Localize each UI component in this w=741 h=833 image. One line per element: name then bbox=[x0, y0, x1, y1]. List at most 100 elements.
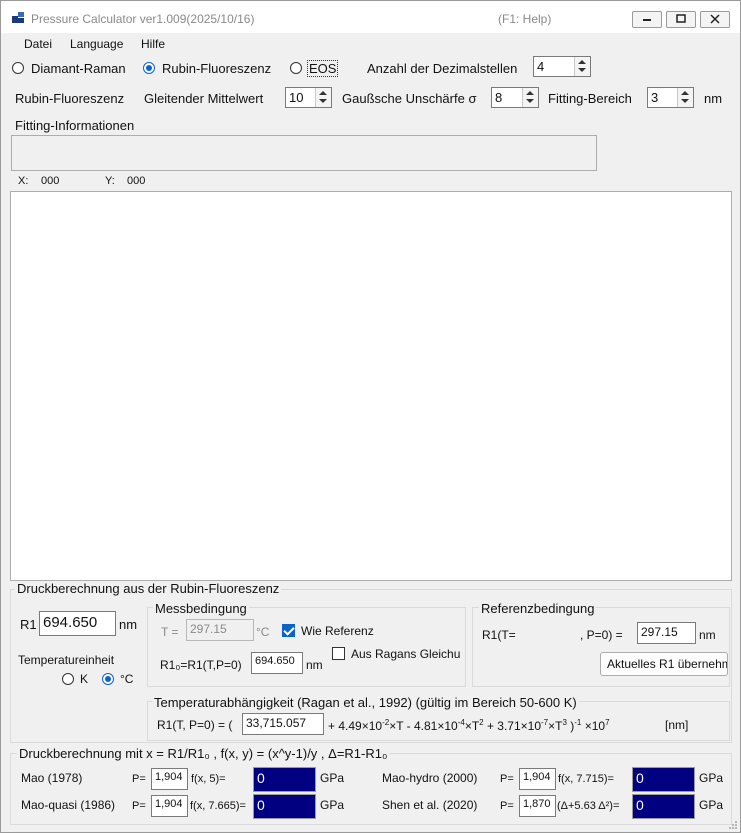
formula-coef-input[interactable]: 1,904 bbox=[151, 768, 188, 790]
stepper-buttons[interactable] bbox=[677, 88, 693, 107]
formula-unit: GPa bbox=[320, 771, 345, 785]
r10-unit: nm bbox=[306, 658, 323, 672]
ragan-group-label: Temperaturabhängigkeit (Ragan et al., 19… bbox=[152, 695, 579, 710]
help-hint: (F1: Help) bbox=[498, 12, 552, 26]
chevron-up-icon bbox=[526, 91, 534, 95]
label-kelvin: K bbox=[80, 672, 89, 686]
app-icon bbox=[12, 12, 24, 23]
chevron-down-icon bbox=[578, 68, 586, 72]
formula-coef-input[interactable]: 1,904 bbox=[151, 795, 188, 817]
chevron-down-icon bbox=[319, 99, 327, 103]
ruby-pressure-group-label: Druckberechnung aus der Rubin-Fluoreszen… bbox=[15, 581, 282, 596]
moving-avg-label: Gleitender Mittelwert bbox=[144, 91, 264, 106]
formula-name: Mao (1978) bbox=[21, 771, 83, 785]
formula-p-label: P= bbox=[500, 800, 514, 812]
formula-p-label: P= bbox=[132, 773, 146, 785]
label-ruby-fluorescence: Rubin-Fluoreszenz bbox=[162, 61, 272, 76]
window-title: Pressure Calculator ver1.009(2025/10/16) bbox=[31, 12, 255, 26]
radio-diamond-raman[interactable] bbox=[12, 62, 24, 74]
pressure-formulas-group bbox=[10, 753, 732, 825]
fit-range-label: Fitting-Bereich bbox=[548, 91, 632, 106]
menu-help[interactable]: Hilfe bbox=[141, 37, 165, 51]
t-input[interactable]: 297.15 bbox=[186, 619, 254, 641]
fit-range-value: 3 bbox=[651, 90, 659, 105]
formula-coef-input[interactable]: 1,904 bbox=[519, 768, 556, 790]
cursor-y-value: 000 bbox=[127, 175, 146, 187]
formula-result: 0 bbox=[632, 767, 695, 792]
title-bar: Pressure Calculator ver1.009(2025/10/16)… bbox=[1, 1, 740, 33]
formula-name: Mao-hydro (2000) bbox=[382, 771, 478, 785]
formula-func: f(x, 7.665)= bbox=[190, 800, 246, 812]
chevron-up-icon bbox=[319, 91, 327, 95]
ref-unit: nm bbox=[699, 628, 716, 642]
from-ragan-checkbox[interactable] bbox=[332, 647, 345, 660]
same-as-reference-label: Wie Referenz bbox=[301, 624, 374, 638]
label-eos: EOS bbox=[307, 60, 339, 77]
formula-coef-input[interactable]: 1,870 bbox=[519, 795, 556, 817]
r1-label: R1 bbox=[20, 617, 37, 632]
from-ragan-label: Aus Ragans Gleichu bbox=[351, 647, 461, 661]
radio-kelvin[interactable] bbox=[62, 673, 74, 685]
app-window: Pressure Calculator ver1.009(2025/10/16)… bbox=[0, 0, 741, 833]
gauss-value: 8 bbox=[495, 90, 503, 105]
moving-avg-stepper[interactable]: 10 bbox=[285, 87, 332, 108]
formula-unit: GPa bbox=[699, 771, 724, 785]
ref-value-input[interactable]: 297.15 bbox=[637, 622, 696, 644]
r1-input[interactable]: 694.650 bbox=[39, 611, 116, 636]
menu-language[interactable]: Language bbox=[70, 37, 123, 51]
resize-grip-icon[interactable] bbox=[728, 820, 738, 830]
decimals-stepper[interactable]: 4 bbox=[533, 56, 591, 77]
adopt-current-r1-button[interactable]: Aktuelles R1 übernehmen bbox=[600, 652, 728, 676]
gauss-stepper[interactable]: 8 bbox=[491, 87, 539, 108]
ragan-coef-input[interactable]: 33,715.057 bbox=[242, 713, 324, 735]
radio-eos[interactable] bbox=[290, 62, 302, 74]
stepper-buttons[interactable] bbox=[574, 57, 590, 76]
formula-func: (Δ+5.63 Δ²)= bbox=[557, 800, 620, 812]
decimals-value: 4 bbox=[537, 59, 545, 74]
ref-r1t-label: R1(T= bbox=[482, 628, 516, 642]
fit-range-stepper[interactable]: 3 bbox=[647, 87, 694, 108]
temp-unit-label: Temperatureinheit bbox=[18, 653, 115, 667]
minimize-button[interactable] bbox=[632, 11, 662, 28]
close-button[interactable] bbox=[700, 11, 730, 28]
r10-input[interactable]: 694.650 bbox=[251, 652, 303, 674]
radio-ruby-fluorescence[interactable] bbox=[143, 62, 155, 74]
measurement-group-label: Messbedingung bbox=[153, 601, 249, 616]
formula-func: f(x, 7.715)= bbox=[558, 773, 614, 785]
fitting-info-box bbox=[11, 135, 597, 171]
menu-bar: Datei Language Hilfe bbox=[1, 33, 740, 55]
minimize-icon bbox=[643, 19, 651, 21]
moving-avg-value: 10 bbox=[289, 90, 304, 105]
formula-name: Shen et al. (2020) bbox=[382, 798, 478, 812]
stepper-buttons[interactable] bbox=[315, 88, 331, 107]
r1-unit: nm bbox=[119, 617, 138, 632]
same-as-reference-checkbox[interactable] bbox=[282, 624, 295, 637]
close-icon bbox=[710, 14, 720, 24]
t-label: T = bbox=[161, 625, 179, 639]
spectrum-plot-area[interactable] bbox=[10, 191, 732, 581]
gauss-label: Gaußsche Unschärfe σ bbox=[342, 91, 477, 106]
formula-p-label: P= bbox=[500, 773, 514, 785]
pressure-formulas-group-label: Druckberechnung mit x = R1/R1₀ , f(x, y)… bbox=[17, 746, 390, 761]
stepper-buttons[interactable] bbox=[522, 88, 538, 107]
formula-result: 0 bbox=[632, 794, 695, 819]
label-celsius: °C bbox=[120, 672, 134, 686]
cursor-x-value: 000 bbox=[41, 175, 60, 187]
formula-result: 0 bbox=[253, 794, 316, 819]
maximize-button[interactable] bbox=[666, 11, 696, 28]
formula-name: Mao-quasi (1986) bbox=[21, 798, 116, 812]
formula-unit: GPa bbox=[699, 798, 724, 812]
cursor-y-label: Y: bbox=[105, 175, 115, 187]
radio-celsius[interactable] bbox=[102, 673, 114, 685]
t-unit: °C bbox=[256, 625, 270, 639]
maximize-icon bbox=[676, 14, 686, 23]
fitting-info-label: Fitting-Informationen bbox=[15, 118, 135, 133]
ref-p0-label: , P=0) = bbox=[580, 628, 623, 642]
formula-p-label: P= bbox=[132, 800, 146, 812]
label-diamond-raman: Diamant-Raman bbox=[31, 61, 126, 76]
fit-range-unit: nm bbox=[704, 91, 723, 106]
chevron-up-icon bbox=[681, 91, 689, 95]
menu-file[interactable]: Datei bbox=[24, 37, 52, 51]
formula-unit: GPa bbox=[320, 798, 345, 812]
ruby-section-label: Rubin-Fluoreszenz bbox=[15, 91, 125, 106]
